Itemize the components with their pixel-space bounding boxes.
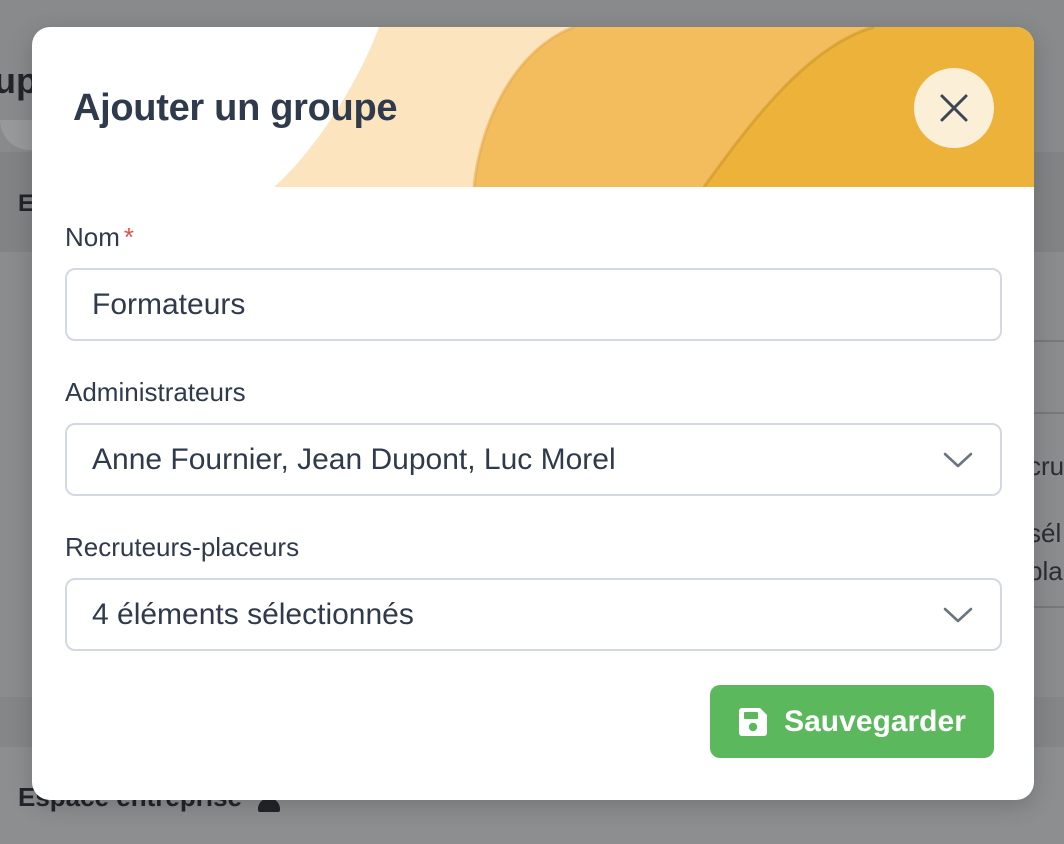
administrateurs-label: Administrateurs [65,377,246,407]
save-button[interactable]: Sauvegarder [710,685,994,758]
close-icon [940,94,968,122]
nom-field-group: Nom * Formateurs [65,222,1002,341]
nom-label-text: Nom [65,222,120,252]
nom-input-value: Formateurs [92,287,246,321]
recruteurs-select[interactable]: 4 éléments sélectionnés [65,578,1002,651]
nom-label: Nom * [65,222,1002,253]
administrateurs-select-value: Anne Fournier, Jean Dupont, Luc Morel [92,442,616,476]
recruteurs-select-value: 4 éléments sélectionnés [92,597,414,631]
nom-input[interactable]: Formateurs [65,268,1002,341]
save-button-label: Sauvegarder [784,704,966,738]
floppy-disk-icon [739,707,768,736]
background-table-line [1034,606,1064,608]
administrateurs-select[interactable]: Anne Fournier, Jean Dupont, Luc Morel [65,423,1002,496]
chevron-down-icon [943,452,973,467]
add-group-modal: Ajouter un groupe Nom * Formateurs Admini… [32,27,1034,800]
background-table-line [1034,412,1064,414]
modal-header: Ajouter un groupe [32,27,1034,187]
modal-title: Ajouter un groupe [73,87,398,129]
required-asterisk: * [123,222,135,252]
recruteurs-label: Recruteurs-placeurs [65,532,300,562]
background-table-line [1034,340,1064,342]
close-button[interactable] [914,68,994,148]
administrateurs-field-group: Administrateurs Anne Fournier, Jean Dupo… [65,377,1002,496]
chevron-down-icon [943,607,973,622]
recruteurs-field-group: Recruteurs-placeurs 4 éléments sélection… [65,532,1002,651]
